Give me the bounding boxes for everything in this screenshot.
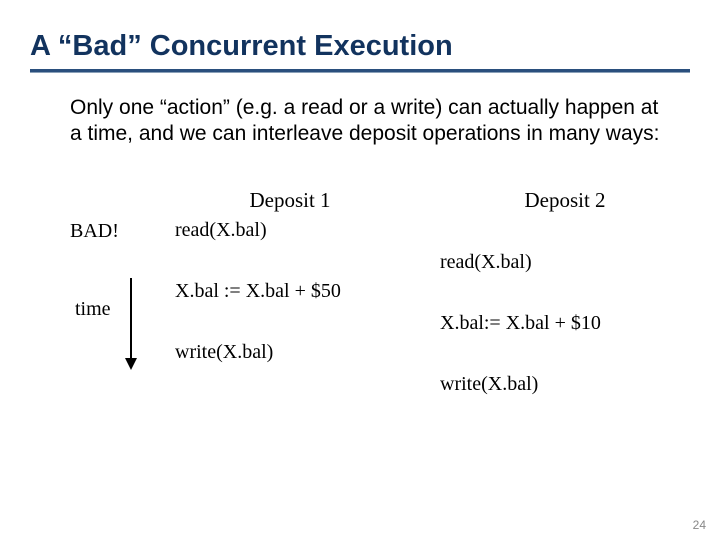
- slide-title: A “Bad” Concurrent Execution: [30, 30, 690, 63]
- deposit-1-header: Deposit 1: [175, 188, 405, 213]
- deposit-2-op-read: read(X.bal): [440, 251, 690, 274]
- bad-label: BAD!: [70, 220, 119, 243]
- deposit-1-op-assign: X.bal := X.bal + $50: [175, 280, 405, 303]
- deposit-1-op-write: write(X.bal): [175, 341, 405, 364]
- deposit-2-column: Deposit 2 read(X.bal) X.bal:= X.bal + $1…: [440, 188, 690, 402]
- body-paragraph: Only one “action” (e.g. a read or a writ…: [70, 95, 670, 148]
- deposit-2-op-write: write(X.bal): [440, 373, 690, 396]
- time-arrow-icon: [130, 278, 137, 370]
- time-label: time: [75, 298, 111, 321]
- deposit-2-op-assign: X.bal:= X.bal + $10: [440, 312, 690, 335]
- deposit-1-column: Deposit 1 read(X.bal) X.bal := X.bal + $…: [175, 188, 405, 370]
- deposit-2-header: Deposit 2: [440, 188, 690, 213]
- diagram-area: BAD! time Deposit 1 read(X.bal) X.bal :=…: [30, 188, 690, 468]
- title-rule: [30, 69, 690, 73]
- deposit-1-op-read: read(X.bal): [175, 219, 405, 242]
- page-number: 24: [693, 518, 706, 532]
